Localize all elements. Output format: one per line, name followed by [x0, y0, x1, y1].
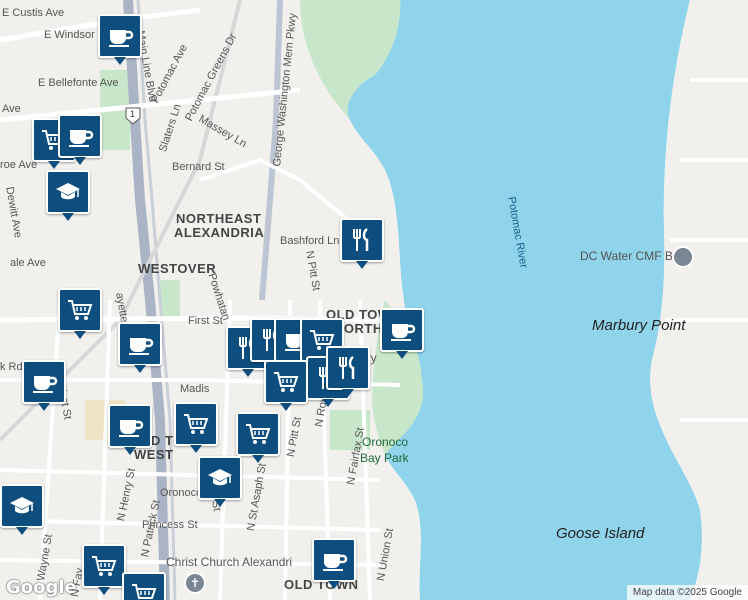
street-label: Princess St — [142, 519, 198, 531]
map-marker-coffee[interactable] — [108, 404, 152, 455]
poi-label: Christ Church Alexandri — [166, 555, 293, 569]
map-marker-coffee[interactable] — [312, 538, 356, 589]
street-label: Bashford Ln — [280, 235, 340, 247]
street-label: Ave — [2, 103, 21, 115]
neighborhood-label: ALEXANDRIA — [174, 225, 265, 240]
street-label: E Custis Ave — [2, 7, 65, 19]
street-label: Madis — [180, 383, 210, 395]
neighborhood-label: WEST — [134, 447, 174, 462]
street-label: roe Ave — [0, 159, 38, 171]
map-marker-shopping[interactable] — [236, 412, 280, 463]
map-marker-restaurant[interactable] — [340, 218, 384, 269]
route-shield-number: 1 — [130, 109, 136, 119]
street-label: ale Ave — [10, 257, 46, 269]
google-logo: Google — [6, 577, 77, 598]
park-label: Bay Park — [360, 451, 409, 465]
map-base-layer — [0, 0, 748, 600]
map-marker-coffee[interactable] — [118, 322, 162, 373]
map-marker-coffee[interactable] — [380, 308, 424, 359]
map-attribution: Map data ©2025 Google — [626, 585, 748, 600]
map-marker-school[interactable] — [198, 456, 242, 507]
place-label: Marbury Point — [592, 317, 686, 334]
map-marker-shopping[interactable] — [122, 572, 166, 600]
map-marker-shopping[interactable] — [58, 288, 102, 339]
poi-label: DC Water CMF Bld — [580, 249, 683, 263]
map-marker-restaurant[interactable] — [326, 346, 370, 397]
map-marker-shopping[interactable] — [82, 544, 126, 595]
street-label: First St — [188, 315, 223, 327]
landmark-icon[interactable] — [672, 246, 694, 268]
neighborhood-label: WESTOVER — [138, 261, 217, 276]
map-canvas[interactable]: E Custis Ave E Windsor Main Line Blvd Po… — [0, 0, 748, 600]
park-label: Oronoco — [362, 435, 409, 449]
place-label: Goose Island — [556, 525, 645, 542]
map-marker-shopping[interactable] — [264, 360, 308, 411]
map-marker-shopping[interactable] — [174, 402, 218, 453]
street-label: E Bellefonte Ave — [38, 77, 119, 89]
neighborhood-label: NORTHEAST — [176, 211, 262, 226]
street-label: k Rd — [0, 361, 23, 373]
map-marker-coffee[interactable] — [58, 114, 102, 165]
street-label: Bernard St — [172, 161, 225, 173]
church-icon[interactable]: ✝ — [184, 572, 206, 594]
map-marker-coffee[interactable] — [22, 360, 66, 411]
map-marker-coffee[interactable] — [98, 14, 142, 65]
map-marker-school[interactable] — [46, 170, 90, 221]
map-marker-school[interactable] — [0, 484, 44, 535]
street-label: E Windsor — [44, 29, 95, 41]
